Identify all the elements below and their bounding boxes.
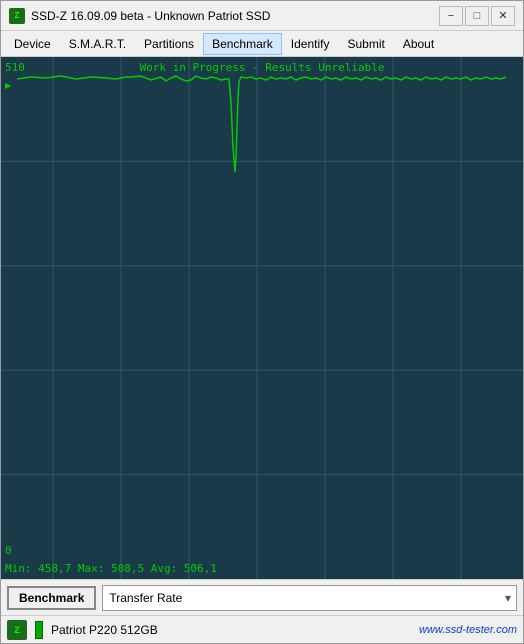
main-window: Z SSD-Z 16.09.09 beta - Unknown Patriot … <box>0 0 524 644</box>
window-title: SSD-Z 16.09.09 beta - Unknown Patriot SS… <box>31 9 439 23</box>
menu-item-identify[interactable]: Identify <box>282 33 339 55</box>
y-label-top: 510 <box>5 61 25 74</box>
menu-item-benchmark[interactable]: Benchmark <box>203 33 282 55</box>
maximize-button[interactable]: □ <box>465 6 489 26</box>
benchmark-button[interactable]: Benchmark <box>7 586 96 610</box>
menu-item-smart[interactable]: S.M.A.R.T. <box>60 33 135 55</box>
app-icon: Z <box>9 8 25 24</box>
status-indicator <box>35 621 43 639</box>
menu-bar: Device S.M.A.R.T. Partitions Benchmark I… <box>1 31 523 57</box>
minimize-button[interactable]: − <box>439 6 463 26</box>
status-bar: Z Patriot P220 512GB www.ssd-tester.com <box>1 615 523 643</box>
close-button[interactable]: ✕ <box>491 6 515 26</box>
chart-stats: Min: 458,7 Max: 508,5 Avg: 506,1 <box>5 562 217 575</box>
chart-triangle: ▶ <box>5 81 11 90</box>
menu-item-partitions[interactable]: Partitions <box>135 33 203 55</box>
menu-item-about[interactable]: About <box>394 33 443 55</box>
menu-item-submit[interactable]: Submit <box>338 33 393 55</box>
device-name: Patriot P220 512GB <box>51 623 158 637</box>
window-controls: − □ ✕ <box>439 6 515 26</box>
transfer-rate-dropdown[interactable]: Transfer Rate Random 4K Access Time <box>102 585 517 611</box>
y-label-bottom: 0 <box>5 544 12 557</box>
transfer-rate-dropdown-container: Transfer Rate Random 4K Access Time ▾ <box>102 585 517 611</box>
title-bar: Z SSD-Z 16.09.09 beta - Unknown Patriot … <box>1 1 523 31</box>
menu-item-device[interactable]: Device <box>5 33 60 55</box>
bottom-toolbar: Benchmark Transfer Rate Random 4K Access… <box>1 579 523 615</box>
chart-status-text: Work in Progress - Results Unreliable <box>139 61 384 74</box>
status-app-icon: Z <box>7 620 27 640</box>
website-text: www.ssd-tester.com <box>419 624 517 636</box>
benchmark-chart: 510 ▶ Work in Progress - Results Unrelia… <box>1 57 523 579</box>
chart-svg <box>1 57 523 579</box>
